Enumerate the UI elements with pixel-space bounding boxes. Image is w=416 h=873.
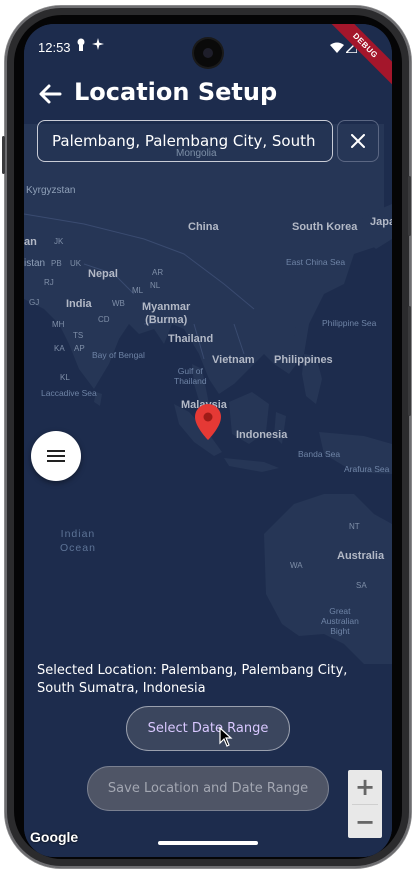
save-location-button[interactable]: Save Location and Date Range — [87, 766, 329, 811]
zoom-controls: + − — [348, 770, 382, 838]
map-label-banda-sea: Banda Sea — [298, 449, 341, 459]
map-label-nepal: Nepal — [88, 268, 118, 280]
app-screen: Mongolia Kyrgyzstan China South Korea Ja… — [24, 24, 392, 857]
map-label-rj: RJ — [44, 278, 54, 287]
map-label-bay-of-bengal: Bay of Bengal — [92, 350, 145, 360]
menu-icon — [47, 450, 65, 462]
map-label-jk: JK — [54, 237, 64, 246]
map-label-sa: SA — [356, 581, 367, 590]
map-label-vietnam: Vietnam — [212, 354, 255, 366]
location-search-input[interactable]: Palembang, Palembang City, South — [37, 120, 333, 162]
map-label-wa: WA — [290, 561, 303, 570]
map-label-kl: KL — [60, 373, 70, 382]
close-icon — [351, 134, 365, 148]
map-label-wb: WB — [112, 299, 125, 308]
clear-search-button[interactable] — [337, 120, 379, 162]
map-label-cd: CD — [98, 315, 110, 324]
map-label-istan: istan — [24, 258, 46, 269]
map-label-myanmar: Myanmar (Burma) — [142, 301, 191, 326]
map-label-uk: UK — [70, 259, 82, 268]
map-pin-icon — [195, 404, 221, 440]
google-attribution: Google — [30, 829, 79, 845]
arrow-left-icon — [39, 84, 62, 104]
map-label-pb: PB — [51, 259, 62, 268]
mouse-cursor-icon — [219, 726, 233, 751]
menu-button[interactable] — [31, 431, 81, 481]
map-label-philippines: Philippines — [274, 354, 333, 366]
wifi-icon — [330, 41, 344, 56]
front-camera — [194, 39, 222, 67]
map-label-laccadive-sea: Laccadive Sea — [41, 388, 97, 398]
zoom-out-button[interactable]: − — [348, 805, 382, 839]
map-label-south-korea: South Korea — [292, 221, 358, 233]
map-label-nl: NL — [150, 281, 161, 290]
back-button[interactable] — [38, 82, 64, 108]
sparkle-icon — [92, 38, 104, 53]
map-label-an: an — [24, 236, 37, 248]
map-label-east-china-sea: East China Sea — [286, 257, 346, 267]
phone-volume-button — [408, 306, 411, 416]
location-marker[interactable] — [195, 404, 221, 444]
map-label-kyrgyzstan: Kyrgyzstan — [26, 185, 76, 196]
map-label-ts: TS — [73, 331, 84, 340]
map-label-indian-ocean: Indian Ocean — [60, 528, 96, 554]
map-label-thailand: Thailand — [168, 333, 214, 345]
map-label-great-australian-bight: Great Australian Bight — [321, 606, 359, 636]
map-label-indonesia: Indonesia — [236, 429, 288, 441]
status-time: 12:53 — [38, 40, 71, 55]
map-label-ap: AP — [74, 344, 85, 353]
map-label-ar: AR — [152, 268, 164, 277]
phone-power-button — [408, 176, 411, 236]
map-label-ka: KA — [54, 344, 65, 353]
map-label-philippine-sea: Philippine Sea — [322, 318, 377, 328]
map-label-gj: GJ — [29, 298, 40, 307]
map-label-nt: NT — [349, 522, 360, 531]
map-label-mh: MH — [52, 320, 65, 329]
page-title: Location Setup — [74, 78, 278, 106]
zoom-in-button[interactable]: + — [348, 770, 382, 804]
home-indicator[interactable] — [158, 841, 258, 845]
phone-side-button — [2, 136, 5, 174]
map-label-india: India — [66, 298, 92, 310]
status-bar: 12:53 DEBUG — [24, 24, 392, 91]
select-date-range-button[interactable]: Select Date Range — [126, 706, 290, 751]
selected-location-text: Selected Location: Palembang, Palembang … — [37, 663, 348, 696]
map-label-gulf-of-thailand: Gulf of Thailand — [174, 366, 207, 386]
map-label-china: China — [188, 221, 219, 233]
map-label-australia: Australia — [337, 550, 385, 562]
notification-icon — [76, 38, 86, 55]
map-label-arafura-sea: Arafura Sea — [344, 464, 390, 474]
map-label-japan: Japa — [370, 216, 392, 228]
map-label-ml: ML — [132, 286, 144, 295]
